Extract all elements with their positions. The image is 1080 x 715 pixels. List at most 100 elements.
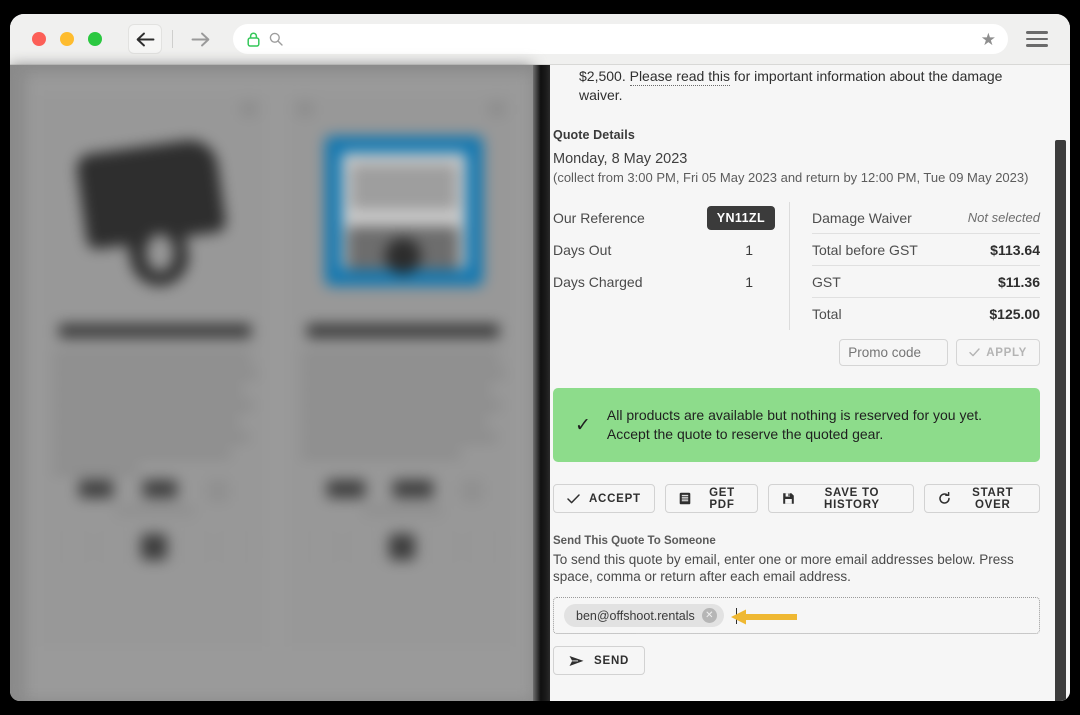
page-body: $2,500. Please read this for important i… [10,65,1070,701]
page-scrollbar[interactable] [1055,140,1066,701]
address-bar[interactable]: ★ [233,24,1008,54]
close-circle-icon[interactable]: ✕ [701,608,717,623]
check-icon [969,348,980,357]
product-card[interactable] [36,91,270,651]
availability-banner: ✓ All products are available but nothing… [553,388,1040,462]
bookmark-star-icon[interactable]: ★ [981,31,996,48]
hamburger-line [1026,44,1048,47]
minimize-window-button[interactable] [60,32,74,46]
toolbar-divider [172,30,173,48]
send-quote-heading: Send This Quote To Someone [553,535,716,547]
detail-value: 1 [745,242,753,258]
waiver-prefix: $2,500. [579,68,630,84]
close-window-button[interactable] [32,32,46,46]
product-card[interactable] [284,91,518,651]
availability-text: All products are available but nothing i… [607,406,982,444]
totals-value: $11.36 [997,273,1040,290]
blurred-product-catalogue[interactable] [10,65,533,701]
product-desc-line [53,466,139,473]
product-desc-line [53,386,243,393]
qty-option-selected[interactable] [389,534,415,560]
send-label: SEND [594,654,630,667]
product-image [299,126,505,291]
favourite-heart-icon[interactable] [241,102,257,116]
totals-value: Not selected [967,210,1040,225]
totals-label: Total before GST [812,241,918,258]
totals-row-gst: GST $11.36 [812,266,1040,298]
damage-waiver-link[interactable]: Please read this [629,68,731,86]
quote-panel: $2,500. Please read this for important i… [533,65,1070,701]
availability-line-2: Accept the quote to reserve the quoted g… [606,426,884,442]
start-over-button[interactable]: START OVER [923,484,1040,513]
qty-option[interactable] [469,534,495,560]
url-input[interactable] [292,31,972,47]
product-price [393,480,433,498]
quote-details-heading: Quote Details [553,128,635,142]
totals-label: Total [812,306,842,322]
reference-badge: YN11ZL [706,206,775,230]
quote-totals-column: Damage Waiver Not selected Total before … [789,202,1040,330]
promo-code-input[interactable] [839,339,949,366]
qty-option[interactable] [349,534,375,560]
check-icon: ✓ [575,414,591,436]
qty-option[interactable] [221,534,247,560]
back-button[interactable] [128,24,162,54]
product-desc-line [301,370,505,377]
save-to-history-label: SAVE TO HISTORY [824,486,880,511]
save-to-history-button[interactable]: SAVE TO HISTORY [768,484,914,513]
product-price-caption [115,507,195,514]
availability-line-1: All products are available but nothing i… [606,407,983,423]
product-title [59,324,251,338]
quote-detail-grid: Our Reference YN11ZL Days Out 1 Days Cha… [553,202,1040,330]
forward-button[interactable] [183,24,217,54]
get-pdf-button[interactable]: GET PDF [664,484,759,513]
qty-option[interactable] [101,534,127,560]
hamburger-line [1026,31,1048,34]
totals-value: $125.00 [989,306,1040,322]
totals-row-before-gst: Total before GST $113.64 [812,234,1040,266]
qty-option[interactable] [181,534,207,560]
quote-date: Monday, 8 May 2023 [553,151,688,167]
qty-option[interactable] [61,534,87,560]
totals-row-total: Total $125.00 [812,298,1040,330]
totals-row-damage-waiver: Damage Waiver Not selected [812,202,1040,234]
quote-action-buttons: ACCEPT GET PDF SAVE TO HISTORY START OVE… [553,484,1040,513]
product-desc-line [301,402,501,409]
qty-option[interactable] [309,534,335,560]
product-qty-badge [207,480,229,502]
hamburger-line [1026,37,1048,41]
window-traffic-lights [32,32,102,46]
accept-label: ACCEPT [589,492,641,505]
apply-label: APPLY [986,346,1027,359]
panel-divider [533,65,550,701]
email-chip[interactable]: ben@offshoot.rentals ✕ [564,604,724,627]
favourite-heart-icon[interactable] [489,102,505,116]
detail-label: Days Charged [553,274,643,290]
qty-option-selected[interactable] [141,534,167,560]
quote-collect-return-window: (collect from 3:00 PM, Fri 05 May 2023 a… [553,170,1029,185]
get-pdf-label: GET PDF [709,486,735,511]
email-recipients-input[interactable]: ben@offshoot.rentals ✕ [553,597,1040,634]
totals-label: GST [812,273,841,290]
apply-promo-button[interactable]: APPLY [956,339,1040,366]
maximize-window-button[interactable] [88,32,102,46]
qty-option[interactable] [429,534,455,560]
hamburger-menu-icon[interactable] [1026,31,1048,47]
product-image-shape [351,164,457,210]
accept-quote-button[interactable]: ACCEPT [553,484,655,513]
detail-label: Our Reference [553,210,645,226]
product-desc-line [53,354,251,361]
send-email-button[interactable]: SEND [553,646,646,675]
catalogue-inner [26,73,533,701]
detail-label: Days Out [553,242,612,258]
email-chip-address: ben@offshoot.rentals [576,608,695,623]
product-price [79,480,113,498]
browser-window: ★ $2,500. Please read this for important… [10,14,1070,701]
product-desc-line [53,370,257,377]
product-image-shape [146,234,174,272]
product-price [143,480,177,498]
product-desc-line [301,450,461,457]
product-desc-line [301,354,499,361]
product-image [51,126,257,292]
promo-code-row: APPLY [553,339,1040,366]
